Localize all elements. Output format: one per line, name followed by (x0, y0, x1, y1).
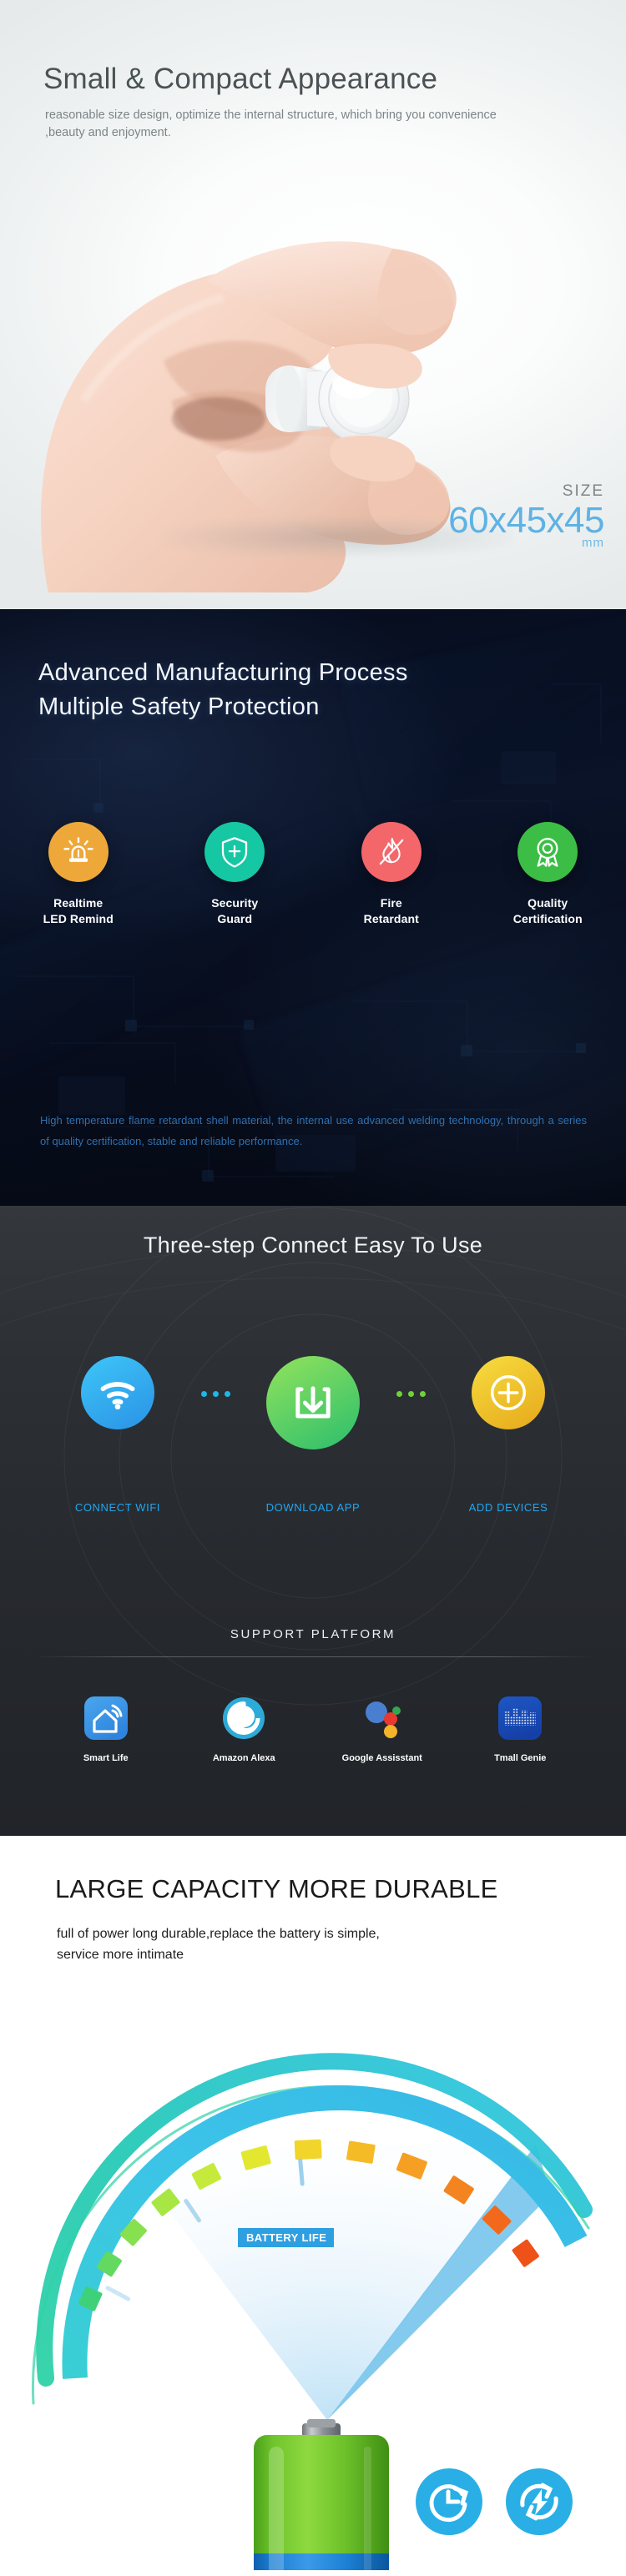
battery-gauge-illustration: BATTERY LIFE (0, 1986, 626, 2570)
size-label: SIZE (562, 482, 604, 500)
manufacturing-title-line2: Multiple Safety Protection (38, 693, 320, 721)
feature-label: Fire Retardant (364, 895, 419, 928)
platform-label: Smart Life (83, 1753, 129, 1763)
page-title: Small & Compact Appearance (43, 63, 438, 95)
smart-life-icon (82, 1694, 130, 1742)
connector-dot (224, 1391, 230, 1397)
feature-fire-retardant: Fire Retardant (313, 822, 470, 928)
no-fire-icon (361, 822, 422, 882)
connector-dot (212, 1391, 219, 1397)
feature-label-line2: LED Remind (43, 912, 114, 926)
feature-label-line1: Realtime (53, 896, 103, 910)
step-label: ADD DEVICES (468, 1501, 548, 1514)
size-spec: SIZE 60x45x45 mm (448, 482, 604, 550)
amazon-alexa-icon (220, 1694, 268, 1742)
bolt-refresh-icon (506, 2468, 573, 2535)
platform-smart-life: Smart Life (37, 1694, 175, 1763)
platform-label: Tmall Genie (494, 1753, 547, 1763)
panel-appearance: Small & Compact Appearance reasonable si… (0, 0, 626, 609)
connector-dot (419, 1391, 426, 1397)
platform-amazon-alexa: Amazon Alexa (175, 1694, 314, 1763)
battery-title: LARGE CAPACITY MORE DURABLE (55, 1874, 498, 1903)
download-box-icon (266, 1356, 360, 1449)
feature-label-line2: Retardant (363, 912, 419, 926)
support-platform-title: SUPPORT PLATFORM (230, 1627, 396, 1641)
connector-dot (407, 1391, 414, 1397)
feature-label-line2: Guard (217, 912, 253, 926)
battery-subtitle-line1: full of power long durable,replace the b… (57, 1927, 380, 1941)
step-download-app: DOWNLOAD APP (240, 1356, 386, 1514)
siren-icon (48, 822, 109, 882)
step-label: CONNECT WIFI (74, 1501, 161, 1514)
manufacturing-title: Advanced Manufacturing Process Multiple … (38, 656, 408, 724)
clock-refresh-icon (416, 2468, 482, 2535)
wifi-icon (81, 1356, 154, 1429)
platform-list: Smart Life Amazon Alexa Google Assisstan… (0, 1694, 626, 1763)
page-subtitle: reasonable size design, optimize the int… (45, 108, 497, 139)
manufacturing-title-line1: Advanced Manufacturing Process (38, 659, 408, 686)
google-assistant-icon (358, 1694, 406, 1742)
step-add-devices: ADD DEVICES (435, 1356, 582, 1514)
tmall-genie-icon (496, 1694, 544, 1742)
feature-label: Security Guard (211, 895, 258, 928)
feature-label: Quality Certification (513, 895, 583, 928)
steps-list: CONNECT WIFI DOWNLOAD APP ADD DEVICES (0, 1356, 626, 1514)
size-value: 60x45x45 (448, 500, 604, 541)
shield-plus-icon (204, 822, 265, 882)
connector-dot (396, 1391, 402, 1397)
platform-label: Google Assisstant (341, 1753, 422, 1763)
feature-list: Realtime LED Remind Security Guard Fire … (0, 822, 626, 928)
connector-dots-2 (386, 1391, 435, 1397)
battery-cell (254, 2419, 389, 2570)
platform-label: Amazon Alexa (212, 1753, 275, 1763)
feature-label-line1: Security (211, 896, 259, 910)
plus-circle-icon (472, 1356, 545, 1429)
connect-title: Three-step Connect Easy To Use (143, 1233, 483, 1258)
feature-label-line2: Certification (512, 912, 583, 926)
battery-life-label: BATTERY LIFE (238, 2228, 335, 2247)
feature-label-line1: Fire (380, 896, 402, 910)
battery-gauge-svg (31, 2053, 593, 2570)
battery-subtitle: full of power long durable,replace the b… (57, 1924, 558, 1966)
feature-security-guard: Security Guard (157, 822, 314, 928)
panel-battery: LARGE CAPACITY MORE DURABLE full of powe… (0, 1836, 626, 2576)
step-label: DOWNLOAD APP (265, 1501, 361, 1514)
platform-google-assistant: Google Assisstant (313, 1694, 452, 1763)
manufacturing-body-text: High temperature flame retardant shell m… (40, 1114, 587, 1148)
feature-quality-certification: Quality Certification (470, 822, 626, 928)
panel-manufacturing: Advanced Manufacturing Process Multiple … (0, 609, 626, 1206)
connector-dots-1 (191, 1391, 240, 1397)
battery-subtitle-line2: service more intimate (57, 1947, 184, 1962)
connector-dot (200, 1391, 207, 1397)
platform-tmall-genie: Tmall Genie (452, 1694, 590, 1763)
feature-realtime-led-remind: Realtime LED Remind (0, 822, 157, 928)
award-ribbon-icon (517, 822, 578, 882)
feature-label-line1: Quality (528, 896, 568, 910)
panel-connect: Three-step Connect Easy To Use CONNECT W… (0, 1206, 626, 1836)
divider (33, 1656, 593, 1657)
feature-label: Realtime LED Remind (43, 895, 114, 928)
step-connect-wifi: CONNECT WIFI (44, 1356, 191, 1514)
